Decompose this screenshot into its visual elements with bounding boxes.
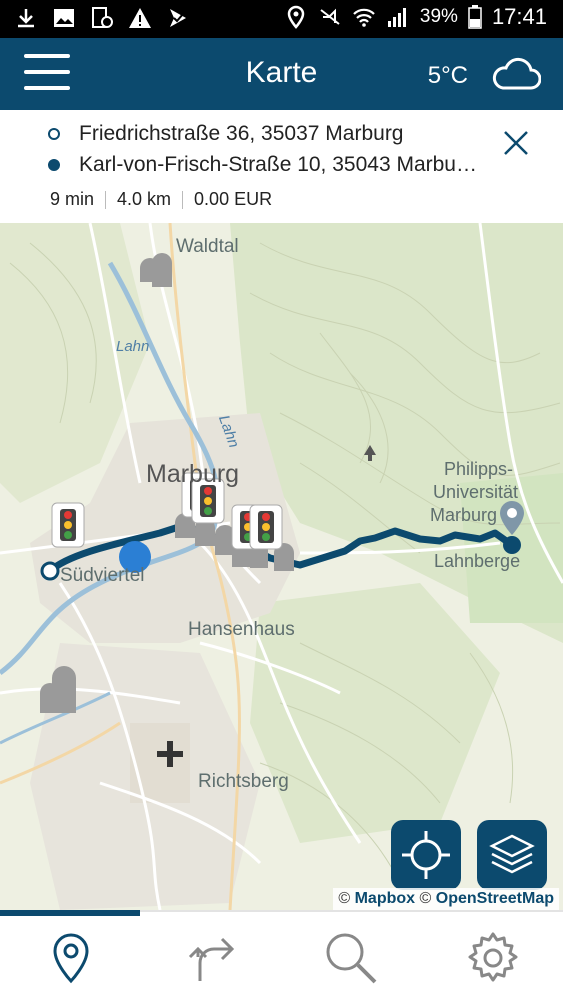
app-bar: Karte 5°C <box>0 38 563 110</box>
mute-icon <box>320 8 340 25</box>
mapbox-link[interactable]: Mapbox <box>355 890 415 907</box>
hospital-area <box>130 723 190 803</box>
route-start-marker[interactable] <box>40 561 60 581</box>
battery-icon <box>468 5 482 29</box>
active-tab-indicator <box>0 910 140 916</box>
close-icon[interactable] <box>503 130 529 156</box>
map-label-river: Lahn <box>116 338 150 355</box>
map-pin-icon <box>53 933 89 984</box>
cloud-icon <box>492 57 541 90</box>
crosshair-icon <box>402 831 450 879</box>
destination-marker-icon <box>48 159 60 171</box>
settings-icon <box>468 932 518 982</box>
download-icon <box>18 9 34 28</box>
origin-address: Friedrichstraße 36, 35037 Marburg <box>79 122 404 145</box>
location-icon <box>287 5 305 29</box>
signal-icon <box>387 8 406 27</box>
origin-marker-icon <box>48 128 60 140</box>
tab-settings[interactable] <box>458 928 528 988</box>
map-attribution: © Mapbox © OpenStreetMap <box>333 888 559 910</box>
screenshot-icon <box>92 7 113 28</box>
openstreetmap-link[interactable]: OpenStreetMap <box>436 890 554 907</box>
check-icon <box>170 9 186 27</box>
route-duration: 9 min <box>50 189 95 209</box>
tab-map[interactable] <box>36 928 106 988</box>
map-label-suedviertel: Südviertel <box>60 565 145 586</box>
warning-icon <box>129 8 151 28</box>
divider <box>105 190 107 209</box>
route-panel: Friedrichstraße 36, 35037 Marburg Karl-v… <box>0 110 563 223</box>
clock: 17:41 <box>491 4 547 29</box>
bottom-tab-bar <box>0 910 563 1000</box>
map-view[interactable]: Waldtal Lahn Lahn Marburg Südviertel Phi… <box>0 223 563 910</box>
route-stats: 9 min 4.0 km 0.00 EUR <box>50 189 272 210</box>
origin-row[interactable]: Friedrichstraße 36, 35037 Marburg <box>48 122 404 146</box>
status-bar: 39% 17:41 <box>0 0 563 38</box>
page-title: Karte <box>245 56 318 89</box>
image-icon <box>54 9 74 27</box>
tab-divider <box>140 910 563 912</box>
battery-percent: 39% <box>419 6 458 27</box>
destination-row[interactable]: Karl-von-Frisch-Straße 10, 35043 Marbu… <box>48 153 477 177</box>
layers-icon <box>489 834 535 874</box>
tab-directions[interactable] <box>176 928 246 988</box>
divider <box>182 190 184 209</box>
map-layers-button[interactable] <box>477 820 547 890</box>
map-label-marburg: Marburg <box>146 460 240 488</box>
directions-icon <box>188 937 235 981</box>
wifi-icon <box>353 8 375 27</box>
map-label-university: Universität <box>433 482 519 502</box>
map-label-richtsberg: Richtsberg <box>198 771 289 792</box>
route-cost: 0.00 EUR <box>194 189 273 209</box>
traffic-light-icon[interactable] <box>51 502 85 548</box>
traffic-light-icon[interactable] <box>249 504 283 550</box>
map-label-university: Marburg <box>430 505 498 525</box>
map-label-hansenhaus: Hansenhaus <box>188 619 295 640</box>
temperature: 5°C <box>427 62 468 89</box>
route-distance: 4.0 km <box>117 189 172 209</box>
tab-search[interactable] <box>316 928 386 988</box>
search-icon <box>326 933 377 984</box>
map-label-university: Philipps- <box>444 459 514 479</box>
map-label-lahnberge: Lahnberge <box>434 551 521 571</box>
locate-me-button[interactable] <box>391 820 461 890</box>
destination-address: Karl-von-Frisch-Straße 10, 35043 Marbu… <box>79 153 477 176</box>
map-label-waldtal: Waldtal <box>176 236 239 257</box>
